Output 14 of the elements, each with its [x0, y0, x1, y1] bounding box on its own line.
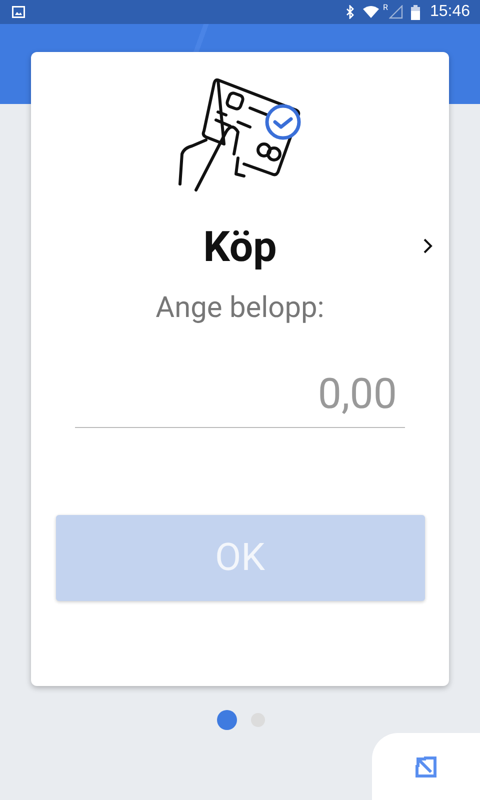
chevron-right-icon[interactable] — [423, 238, 433, 254]
expand-arrow-icon — [414, 754, 438, 778]
cell-signal-icon — [388, 5, 403, 19]
expand-button[interactable] — [372, 733, 480, 800]
wifi-icon — [362, 6, 379, 18]
image-notification-icon — [12, 6, 25, 18]
screen-title: Köp — [203, 222, 277, 274]
battery-icon — [410, 4, 420, 20]
bluetooth-icon — [346, 5, 355, 19]
clock-time: 15:46 — [430, 3, 470, 21]
amount-prompt: Ange belopp: — [156, 290, 324, 326]
roaming-indicator: R — [382, 3, 388, 12]
page-indicator-dot[interactable] — [217, 710, 237, 730]
amount-field[interactable]: 0,00 — [75, 364, 405, 428]
